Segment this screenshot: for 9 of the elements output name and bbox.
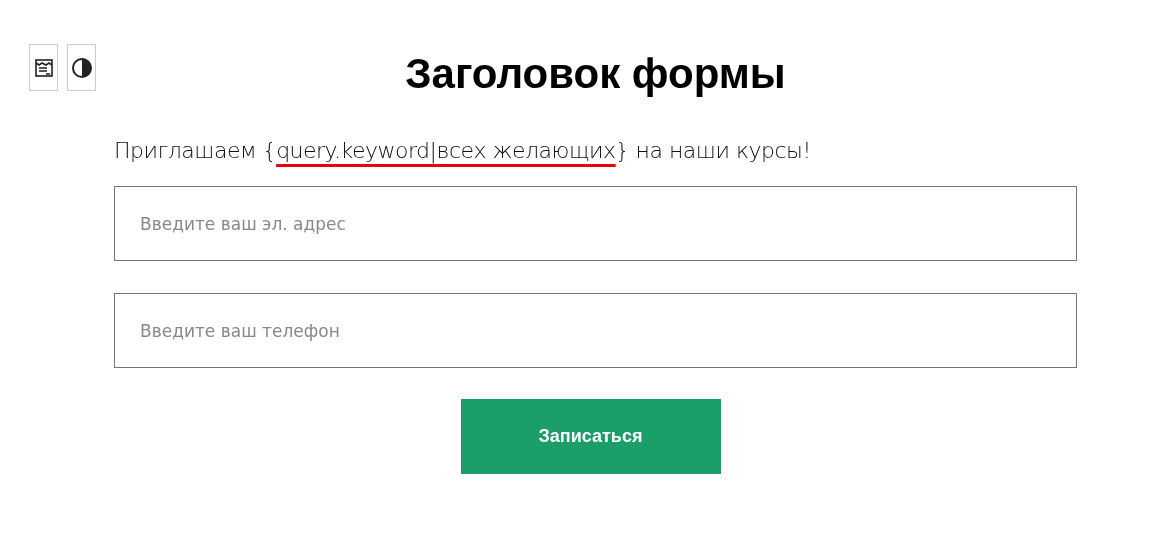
form-title: Заголовок формы xyxy=(404,49,787,99)
tool-button[interactable] xyxy=(29,44,58,91)
contrast-icon xyxy=(70,56,93,79)
submit-button[interactable]: Записаться xyxy=(460,399,721,474)
tool-button[interactable] xyxy=(67,44,96,91)
form-layout-icon xyxy=(33,57,54,78)
input-field[interactable]: Введите ваш эл. адрес xyxy=(114,186,1077,261)
intro-text: Приглашаем {query.keyword|всех желающих} на наши курсы! xyxy=(114,137,812,166)
input-field[interactable]: Введите ваш телефон xyxy=(114,293,1077,368)
